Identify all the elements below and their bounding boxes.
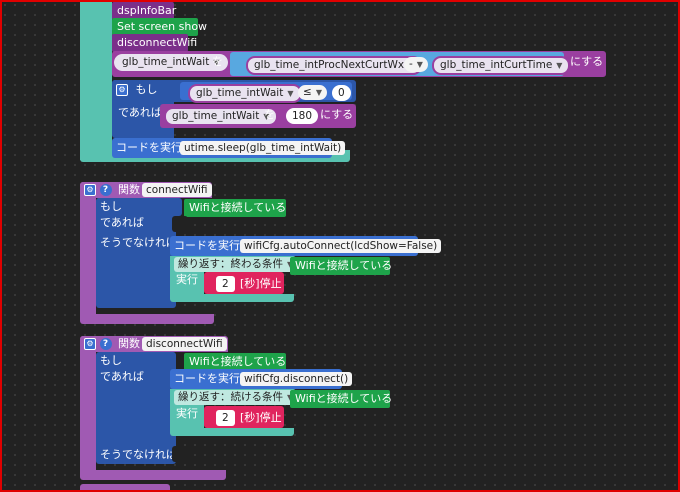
connect-repeat-select[interactable]: 繰り返す：終わる条件▼	[174, 257, 298, 272]
disconnect-exec-code-input[interactable]: wifiCfg.disconnect()	[240, 372, 353, 386]
if-block-footer	[112, 128, 174, 136]
partial-block-bottom[interactable]	[80, 484, 170, 492]
then-value-input[interactable]: 180	[286, 108, 319, 124]
then-variable-select[interactable]: glb_time_intWait ▼	[164, 107, 278, 126]
disconnect-sleep-label: [秒]停止	[240, 411, 282, 424]
compare-value-input[interactable]: 0	[332, 85, 351, 101]
chevron-down-icon: ▼	[416, 60, 423, 69]
chevron-down-icon: ▼	[556, 61, 563, 70]
then-label: であれば	[118, 106, 162, 119]
disconnect-else-label: そうでなければ	[100, 448, 177, 461]
proc-variable-select[interactable]: glb_time_intProcNextCurtWx ▼	[246, 56, 423, 75]
compare-variable-select[interactable]: glb_time_intWait ▼	[188, 84, 302, 103]
help-icon[interactable]: ?	[99, 338, 112, 350]
disconnect-repeat-footer	[170, 428, 294, 436]
gear-icon[interactable]: ⚙	[116, 84, 128, 96]
exec-code-input[interactable]: utime.sleep(glb_time_intWait)	[180, 141, 346, 155]
connect-sleep-value-input[interactable]: 2	[216, 276, 235, 292]
if-label: もし	[135, 83, 158, 96]
disconnect-do-label: 実行	[176, 407, 198, 420]
connect-sleep-label: [秒]停止	[240, 277, 282, 290]
curt-variable-name: glb_time_intCurtTime	[440, 59, 553, 71]
connect-else-label: そうでなければ	[100, 236, 177, 249]
disconnect-else-slot	[172, 446, 188, 462]
gear-icon[interactable]: ⚙	[84, 338, 96, 350]
connect-func-name-input[interactable]: connectWifi	[142, 183, 212, 197]
connect-exec-code-input[interactable]: wifiCfg.autoConnect(lcdShow=False)	[240, 239, 442, 253]
gear-icon[interactable]: ⚙	[84, 184, 96, 196]
minus-operator-select[interactable]: - ▼	[404, 57, 428, 72]
disconnect-func-label: 関数	[118, 337, 140, 350]
disconnect-func-spine	[80, 336, 96, 476]
help-icon[interactable]: ?	[99, 184, 112, 196]
connect-then-label: であれば	[100, 216, 144, 229]
connect-if-label: もし	[100, 200, 122, 213]
disconnect-sleep-value-input[interactable]: 2	[216, 410, 235, 426]
proc-variable-name: glb_time_intProcNextCurtWx	[254, 59, 405, 71]
connect-func-spine	[80, 182, 96, 322]
compare-operator-select[interactable]: ≤ ▼	[298, 85, 327, 100]
connect-func-head: ⚙ ? 関数	[84, 183, 140, 197]
then-suru: にする	[320, 108, 354, 121]
set-variable-suru: にする	[570, 55, 604, 68]
exec-label: コードを実行:	[116, 141, 186, 154]
connect-repeat-footer	[170, 294, 294, 302]
set-variable-wo: を	[212, 55, 223, 68]
disconnect-wifi-call-block[interactable]: disconnectWifi	[112, 34, 197, 52]
disconnect-func-name-input[interactable]: disconnectWifi	[142, 337, 227, 351]
chevron-down-icon: ▼	[287, 89, 294, 98]
top-stack-spine	[80, 0, 112, 160]
disconnect-func-head: ⚙ ? 関数	[84, 337, 140, 351]
compare-operator: ≤	[303, 86, 312, 98]
connect-repeat-label: 繰り返す：終わる条件	[178, 258, 283, 270]
connect-exec-label: コードを実行:	[174, 239, 244, 252]
then-wo: を	[264, 108, 275, 121]
connect-func-footer	[80, 314, 214, 324]
disconnect-exec-label: コードを実行:	[174, 372, 244, 385]
chevron-down-icon: ▼	[315, 88, 322, 97]
disconnect-func-footer	[80, 470, 226, 480]
curt-variable-select[interactable]: glb_time_intCurtTime ▼	[432, 56, 571, 75]
connect-do-label: 実行	[176, 273, 198, 286]
minus-operator: -	[409, 58, 413, 70]
disconnect-repeat-condition[interactable]: Wifiと接続している	[290, 390, 392, 408]
connect-if-condition[interactable]: Wifiと接続している	[184, 199, 286, 217]
disconnect-repeat-label: 繰り返す：続ける条件	[178, 391, 283, 403]
disconnect-then-label: であれば	[100, 370, 144, 383]
set-variable-name: glb_time_intWait	[122, 56, 210, 68]
disconnect-repeat-select[interactable]: 繰り返す：続ける条件▼	[174, 390, 298, 405]
set-variable-select[interactable]: glb_time_intWait ▼	[114, 54, 228, 71]
connect-repeat-condition[interactable]: Wifiと接続している	[290, 257, 392, 275]
then-variable-name: glb_time_intWait	[172, 110, 260, 122]
disconnect-if-label: もし	[100, 354, 122, 367]
connect-func-label: 関数	[118, 183, 140, 196]
connect-then-slot	[172, 216, 188, 232]
compare-variable-name: glb_time_intWait	[196, 87, 284, 99]
if-header: ⚙ もし	[116, 83, 158, 97]
